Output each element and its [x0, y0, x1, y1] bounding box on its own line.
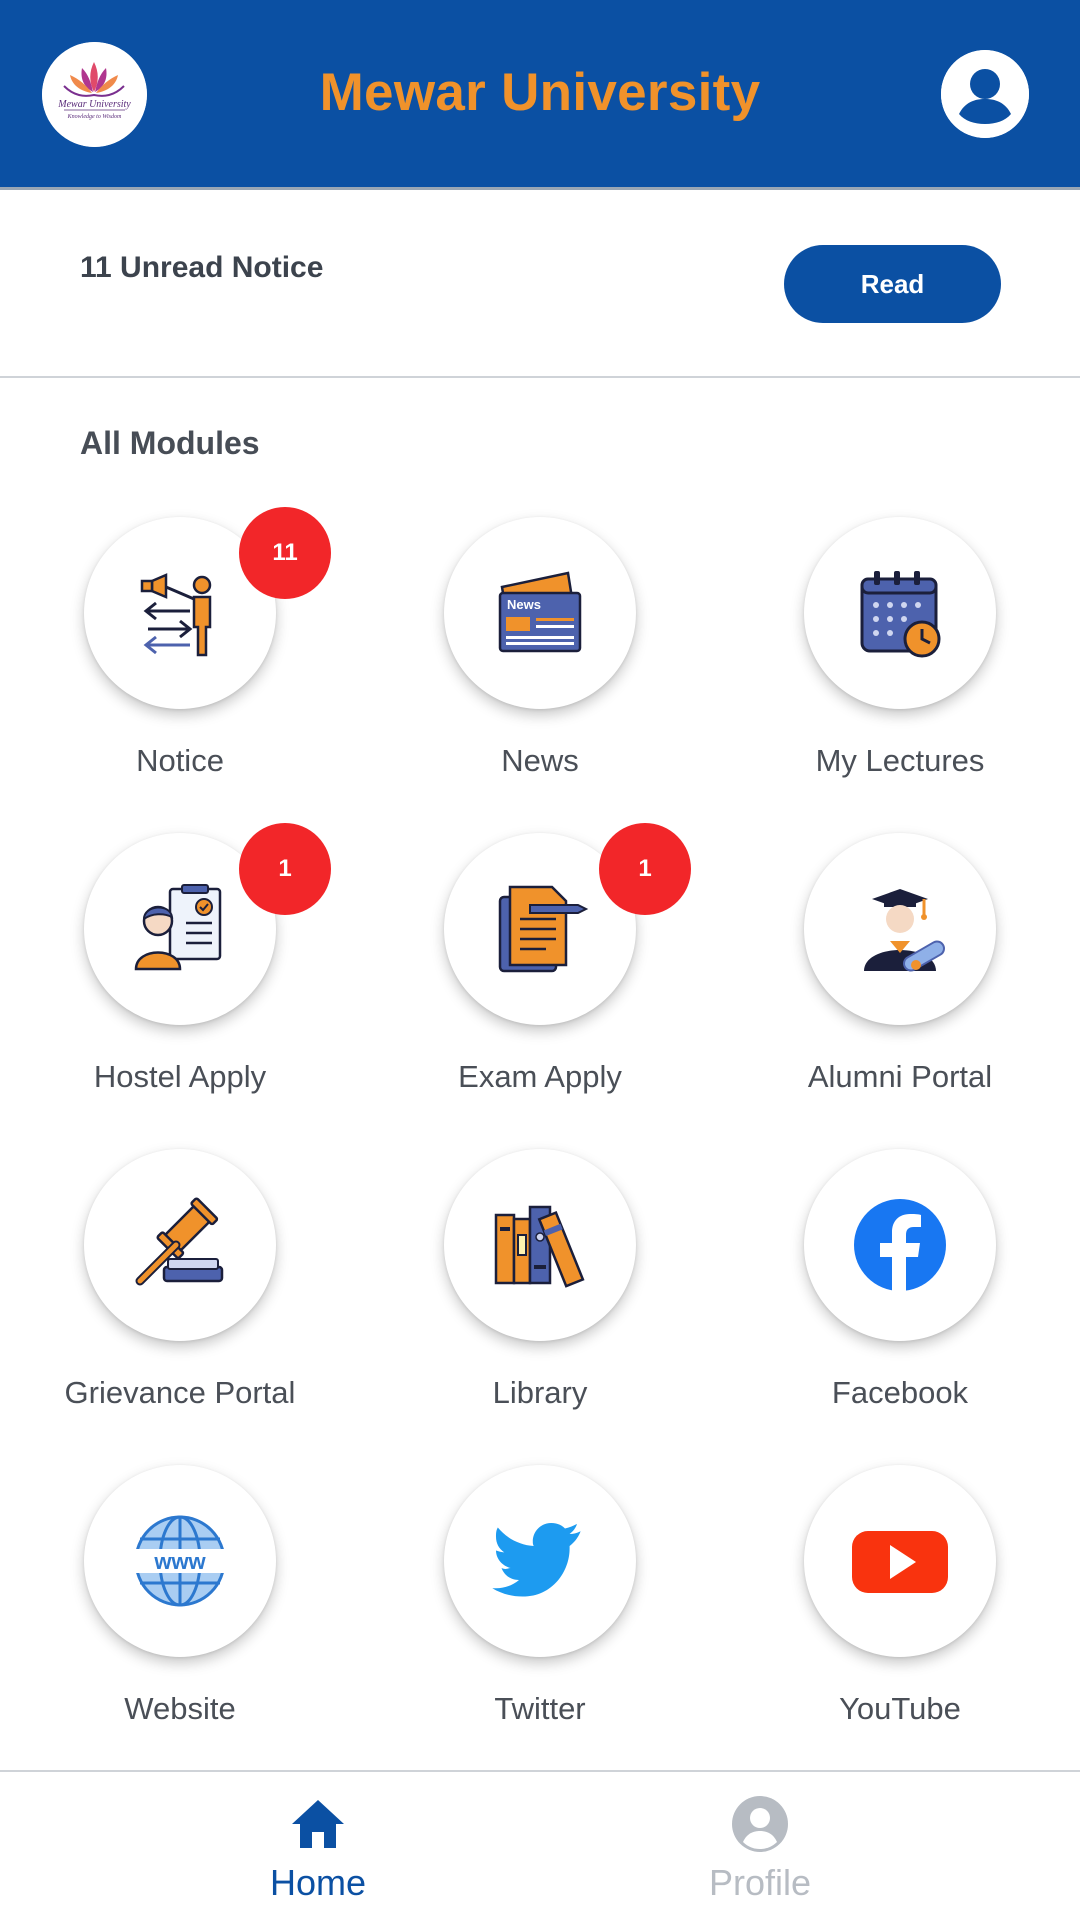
read-button[interactable]: Read: [784, 245, 1001, 323]
module-label: Website: [124, 1691, 236, 1726]
exam-apply-badge: 1: [599, 823, 691, 915]
svg-text:www: www: [153, 1549, 206, 1574]
module-my-lectures[interactable]: My Lectures: [740, 517, 1060, 817]
module-library[interactable]: Library: [380, 1149, 700, 1449]
section-title: All Modules: [80, 425, 260, 461]
nav-home-label: Home: [269, 1862, 367, 1903]
module-website[interactable]: www Website: [20, 1465, 340, 1765]
application-form-icon: [134, 884, 222, 971]
page-title: Mewar University: [319, 63, 761, 122]
module-exam-apply[interactable]: 1 Exam Apply: [380, 823, 700, 1133]
youtube-icon: [852, 1531, 948, 1593]
app-header: Mewar University Knowledge to Wisdom Mew…: [0, 0, 1080, 190]
unread-notice-banner: 11 Unread Notice Read: [0, 193, 1080, 378]
facebook-icon: [854, 1199, 946, 1291]
nav-home[interactable]: Home: [168, 1772, 468, 1920]
module-icon-circle: [84, 1149, 276, 1341]
module-icon-circle: [804, 1149, 996, 1341]
module-notice[interactable]: 11 Notice: [20, 507, 340, 817]
module-icon-circle: [444, 1149, 636, 1341]
module-icon-circle: [804, 517, 996, 709]
module-icon-circle: [444, 1465, 636, 1657]
module-label: Library: [492, 1375, 588, 1410]
module-label: Alumni Portal: [807, 1059, 993, 1094]
globe-www-icon: www: [132, 1515, 228, 1607]
home-screen: Mewar University Knowledge to Wisdom Mew…: [0, 0, 1080, 1920]
module-label: Grievance Portal: [64, 1375, 296, 1410]
account-circle-icon: [941, 50, 1029, 138]
module-label: Facebook: [831, 1375, 969, 1410]
home-icon: [292, 1800, 344, 1848]
hostel-apply-badge: 1: [239, 823, 331, 915]
module-icon-circle: 11: [84, 507, 331, 709]
module-icon-circle: [804, 1465, 996, 1657]
module-icon-circle: News: [444, 517, 636, 709]
unread-notice-text: 11 Unread Notice: [80, 251, 324, 284]
nav-profile-label: Profile: [708, 1862, 812, 1903]
module-grievance-portal[interactable]: Grievance Portal: [20, 1149, 340, 1449]
gavel-icon: [135, 1197, 224, 1286]
module-twitter[interactable]: Twitter: [380, 1465, 700, 1765]
module-icon-circle: www: [84, 1465, 276, 1657]
account-button[interactable]: [941, 50, 1029, 138]
module-icon-circle: 1: [84, 823, 331, 1025]
module-label: Notice: [136, 743, 224, 778]
calendar-clock-icon: [860, 571, 941, 658]
module-facebook[interactable]: Facebook: [740, 1149, 1060, 1449]
module-hostel-apply[interactable]: 1 Hostel Apply: [20, 823, 340, 1133]
books-icon: [494, 1205, 585, 1288]
bottom-navigation: Home Profile: [0, 1770, 1080, 1920]
news-icon: News: [498, 571, 582, 653]
module-label: YouTube: [839, 1691, 961, 1726]
profile-icon: [732, 1796, 788, 1852]
notice-megaphone-icon: [140, 573, 212, 657]
module-youtube[interactable]: YouTube: [740, 1465, 1060, 1765]
exam-document-icon: [498, 885, 589, 973]
twitter-icon: [492, 1522, 581, 1597]
notice-badge: 11: [239, 507, 331, 599]
module-alumni-portal[interactable]: Alumni Portal: [740, 833, 1060, 1133]
module-icon-circle: 1: [444, 823, 691, 1025]
module-label: News: [501, 743, 579, 778]
svg-text:News: News: [507, 597, 541, 612]
module-label: Twitter: [494, 1691, 586, 1726]
module-icon-circle: [804, 833, 996, 1025]
module-news[interactable]: News News: [380, 517, 700, 817]
module-label: Hostel Apply: [93, 1059, 267, 1094]
module-label: Exam Apply: [458, 1059, 622, 1094]
module-label: My Lectures: [815, 743, 985, 778]
nav-profile[interactable]: Profile: [610, 1772, 910, 1920]
graduate-icon: [864, 889, 945, 972]
